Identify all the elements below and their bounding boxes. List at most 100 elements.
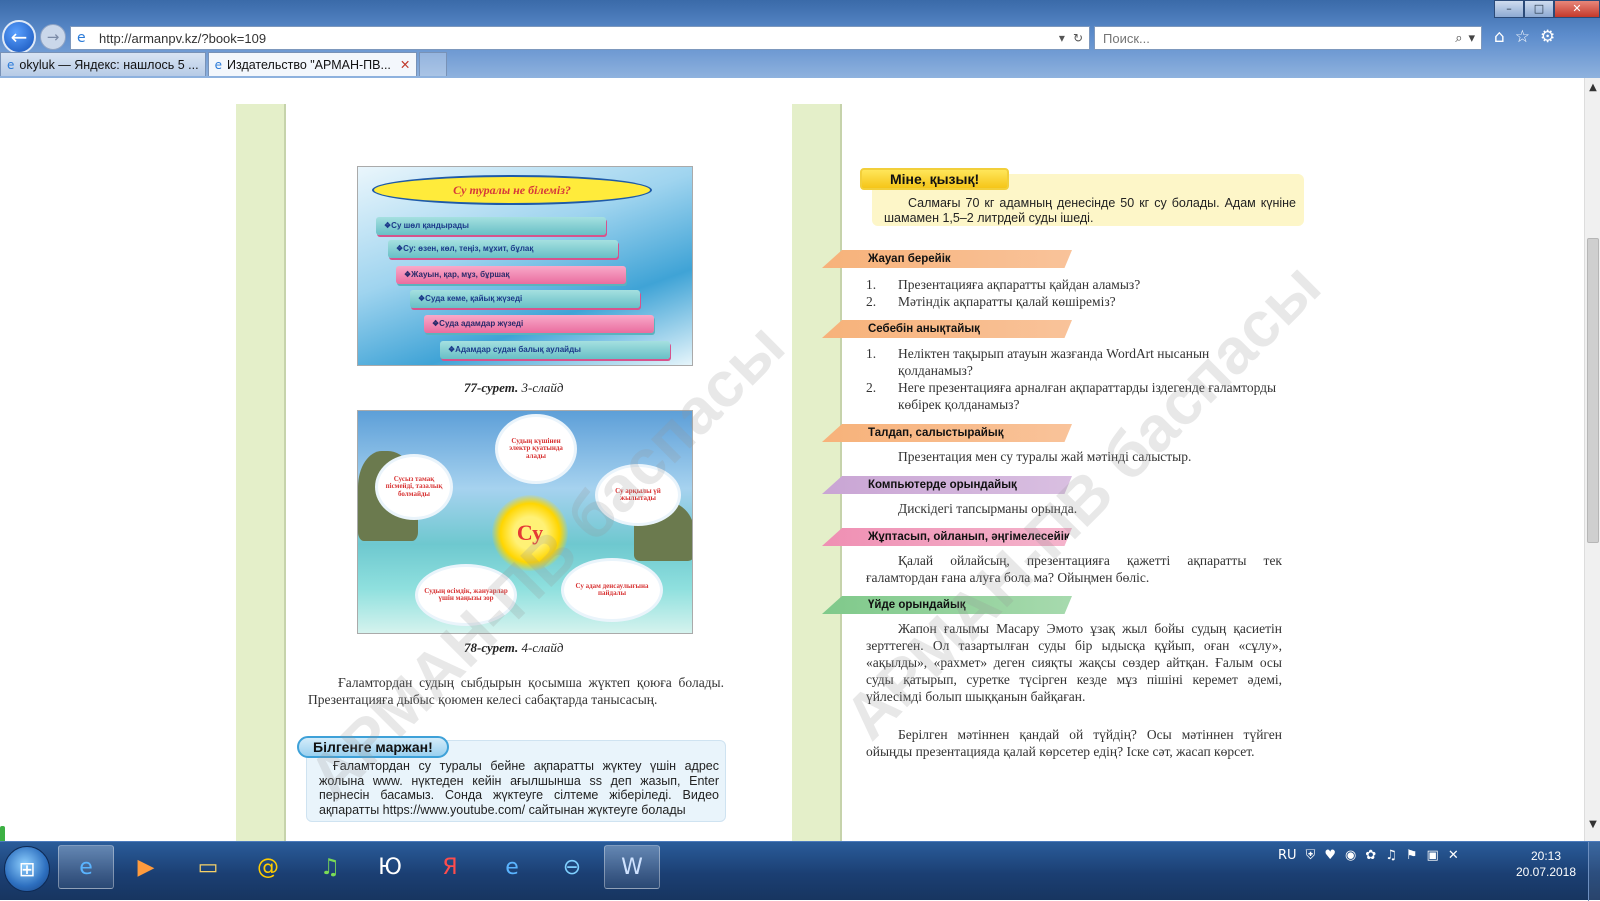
section-homework-header: Үйде орындайық	[822, 596, 1072, 614]
taskbar-word[interactable]: W	[604, 845, 660, 889]
slide-title: Су туралы не білеміз?	[372, 175, 652, 205]
taskbar-media-player[interactable]: ▶	[118, 845, 174, 889]
back-button[interactable]: ←	[2, 20, 36, 54]
page-margin-strip	[792, 104, 842, 841]
volume-muted-icon[interactable]: ✕	[1448, 848, 1459, 863]
forward-button[interactable]: →	[40, 24, 66, 50]
media-player-icon: ▶	[137, 854, 155, 880]
taskbar-ie[interactable]: e	[58, 845, 114, 889]
scroll-down-icon[interactable]: ▼	[1585, 819, 1600, 835]
close-tab-icon[interactable]: ✕	[400, 57, 410, 72]
window-controls: – □ ✕	[1494, 0, 1600, 18]
list-item: 1. Презентацияға ақпаратты қайдан аламыз?	[866, 277, 1141, 292]
minimize-button[interactable]: –	[1494, 0, 1524, 18]
taskbar-ie-2[interactable]: e	[484, 845, 540, 889]
star-icon[interactable]: ☆	[1515, 27, 1530, 47]
did-you-know-box: Білгенге маржан! Ғаламтордан су туралы б…	[297, 736, 726, 822]
start-button[interactable]: ⊞	[4, 846, 50, 892]
ie-alt-icon: ⊖	[562, 854, 582, 880]
caption-number: 77-сурет.	[464, 380, 519, 395]
slide-item: ❖Жауын, қар, мұз, бұршақ	[396, 266, 626, 284]
vertical-scrollbar[interactable]: ▲ ▼	[1584, 78, 1600, 841]
scroll-thumb[interactable]	[1587, 238, 1599, 543]
show-desktop-button[interactable]	[1588, 842, 1600, 901]
page-content: Су туралы не білеміз? ❖Су шөл қандырады …	[0, 78, 1584, 841]
cloud-bubble: Су адам денсаулығына пайдалы	[564, 561, 660, 619]
word-icon: W	[621, 854, 643, 880]
sun-center: Су	[492, 495, 568, 571]
homework-text-1: Жапон ғалымы Масару Эмото ұзақ жыл бойы …	[866, 621, 1282, 704]
new-tab-button[interactable]	[419, 52, 448, 76]
flower-icon[interactable]: ✿	[1365, 848, 1376, 863]
close-window-button[interactable]: ✕	[1554, 0, 1600, 18]
security-icon[interactable]: ♥	[1324, 848, 1336, 863]
list-item: 2. Мәтіндік ақпаратты қалай көшіреміз?	[866, 294, 1116, 309]
figure-77-caption: 77-сурет. 3-слайд	[464, 380, 564, 396]
clock[interactable]: 20:13 20.07.2018	[1508, 848, 1584, 880]
refresh-icon[interactable]: ↻	[1073, 31, 1083, 45]
taskbar-music[interactable]: ♫	[302, 845, 358, 889]
tab-yandex[interactable]: e okyluk — Яндекс: нашлось 5 ...	[0, 52, 206, 76]
language-indicator[interactable]: RU	[1278, 848, 1297, 863]
search-dropdown-icon[interactable]: ▾	[1468, 31, 1475, 46]
section-compare-header: Талдап, салыстырайық	[822, 424, 1072, 442]
caption-text: 4-слайд	[518, 640, 564, 655]
homework-text-2: Берілген мәтіннен қандай ой түйдің? Осы …	[866, 727, 1282, 759]
scroll-up-icon[interactable]: ▲	[1585, 82, 1600, 98]
network-icon[interactable]: ▣	[1427, 848, 1439, 863]
maximize-button[interactable]: □	[1524, 0, 1554, 18]
book-page-left: Су туралы не білеміз? ❖Су шөл қандырады …	[236, 104, 798, 841]
taskbar-mail-agent[interactable]: @	[240, 845, 296, 889]
gear-icon[interactable]: ⚙	[1540, 27, 1555, 47]
page-margin-strip	[236, 104, 286, 841]
windows-logo-icon: ⊞	[18, 857, 36, 881]
slide-4-image: Сусыз тамақ пісмейді, тазалық болмайды С…	[357, 410, 693, 634]
browser-toolbar-icons: ⌂ ☆ ⚙	[1494, 27, 1555, 47]
yandex-browser-icon: Я	[442, 854, 458, 880]
interesting-text: Салмағы 70 кг адамның денесінде 50 кг су…	[884, 196, 1296, 225]
slide-item: ❖Адамдар судан балық аулайды	[440, 341, 670, 359]
slide-item: ❖Су шөл қандырады	[376, 217, 606, 235]
media-icon[interactable]: ◉	[1345, 848, 1356, 863]
yandex-u-icon: Ю	[378, 854, 402, 880]
flag-icon[interactable]: ⚑	[1406, 848, 1418, 863]
cloud-bubble: Сусыз тамақ пісмейді, тазалық болмайды	[378, 457, 450, 517]
taskbar-yandex[interactable]: Я	[422, 845, 478, 889]
think-text: Қалай ойлайсың, презентацияға қажетті ақ…	[866, 553, 1282, 585]
taskbar-explorer[interactable]: ▭	[180, 845, 236, 889]
clock-time: 20:13	[1530, 849, 1562, 863]
headset-icon[interactable]: ♫	[1385, 848, 1397, 863]
url-text[interactable]: http://armanpv.kz/?book=109	[99, 31, 1059, 46]
clock-date: 20.07.2018	[1515, 865, 1577, 879]
taskbar-yandex-u[interactable]: Ю	[362, 845, 418, 889]
did-you-know-text: Ғаламтордан су туралы бейне ақпаратты жү…	[319, 759, 719, 817]
list-item: 2. Неге презентацияға арналған ақпараттар…	[866, 380, 1277, 412]
tab-title: Издательство "АРМАН-ПВ...	[227, 57, 391, 72]
dropdown-arrow-icon[interactable]: ▾	[1059, 31, 1065, 45]
slide-item: ❖Суда адамдар жүзеді	[424, 315, 654, 333]
ie-icon: e	[505, 854, 519, 880]
figure-78-caption: 78-сурет. 4-слайд	[464, 640, 564, 656]
section-answer-header: Жауап берейік	[822, 250, 1072, 268]
list-item: 1. Неліктен тақырып атауын жазғанда WordA…	[866, 346, 1210, 378]
browser-chrome: – □ ✕ ← → e http://armanpv.kz/?book=109 …	[0, 0, 1600, 78]
folder-icon: ▭	[197, 854, 219, 880]
caption-text: 3-слайд	[518, 380, 564, 395]
tab-strip: e okyluk — Яндекс: нашлось 5 ... e Издат…	[0, 52, 449, 76]
computer-text: Дискідегі тапсырманы орында.	[898, 501, 1078, 516]
tab-arman[interactable]: e Издательство "АРМАН-ПВ... ✕	[207, 52, 418, 76]
shield-icon[interactable]: ⛨	[1306, 848, 1316, 863]
system-tray: RU ⛨ ♥ ◉ ✿ ♫ ⚑ ▣ ✕	[1278, 848, 1459, 863]
search-input[interactable]	[1103, 30, 1456, 46]
address-bar[interactable]: e http://armanpv.kz/?book=109 ▾ ↻	[70, 26, 1090, 50]
search-icon[interactable]: ⌕	[1455, 31, 1462, 46]
slide-3-image: Су туралы не білеміз? ❖Су шөл қандырады …	[357, 166, 693, 366]
site-ie-icon: e	[77, 30, 86, 46]
home-icon[interactable]: ⌂	[1494, 27, 1505, 47]
interesting-box: Міне, қызық! Салмағы 70 кг адамның денес…	[860, 168, 1304, 226]
search-box[interactable]: ⌕ ▾	[1094, 26, 1482, 50]
scroll-indicator	[0, 826, 5, 841]
taskbar-ie-alt[interactable]: ⊖	[544, 845, 600, 889]
tab-ie-icon: e	[214, 57, 222, 72]
section-computer-header: Компьютерде орындайық	[822, 476, 1072, 494]
